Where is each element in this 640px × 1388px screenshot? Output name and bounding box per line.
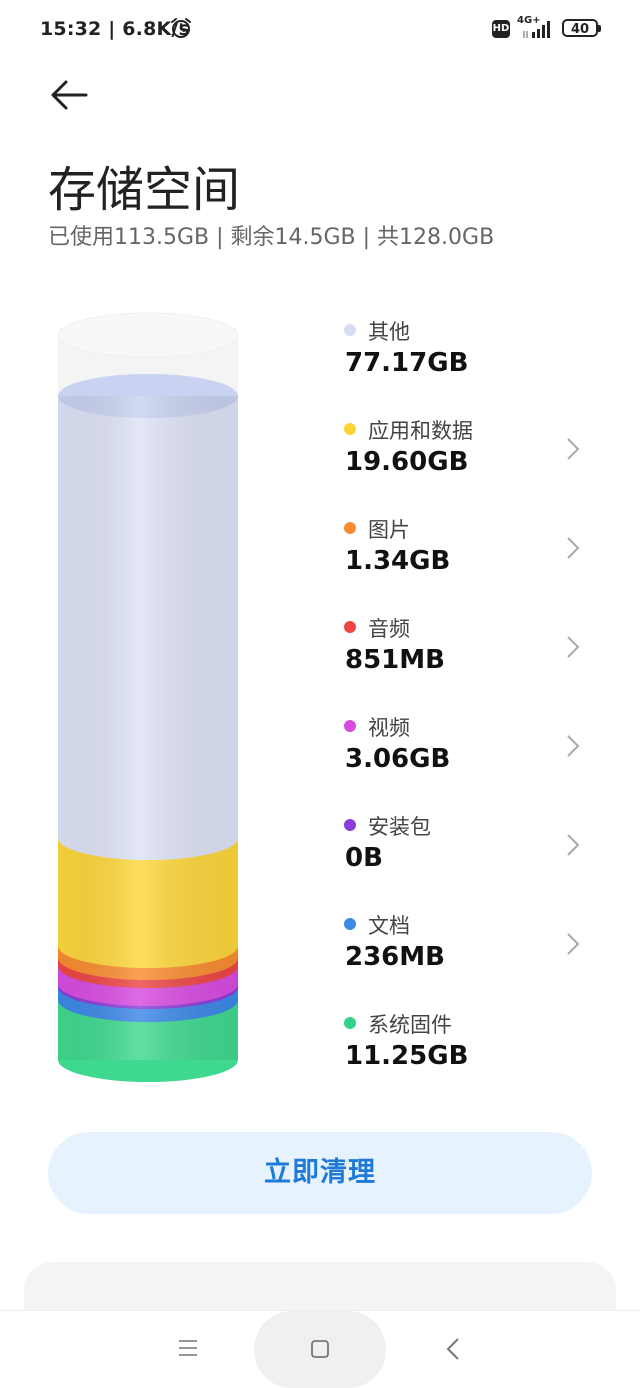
item-size: 77.17GB (345, 348, 469, 378)
band-other-top (58, 374, 238, 418)
item-size: 1.34GB (345, 546, 451, 576)
color-dot (344, 621, 356, 633)
item-size: 3.06GB (345, 744, 451, 774)
battery-icon: 40 (562, 19, 601, 37)
status-bar: 15:32 | 6.8K/s HD 4G+ 40 (0, 0, 640, 60)
item-size: 19.60GB (345, 447, 469, 477)
legend-item-other: 其他 77.17GB (344, 314, 594, 394)
page-title: 存储空间 (48, 162, 241, 218)
item-size: 0B (345, 843, 383, 873)
item-name: 音频 (368, 617, 410, 641)
chevron-right-icon (567, 834, 580, 856)
storage-cylinder (58, 312, 238, 1082)
cylinder-top-cap (58, 312, 238, 358)
clean-now-button[interactable]: 立即清理 (48, 1132, 592, 1214)
color-dot (344, 819, 356, 831)
back-icon[interactable] (446, 1337, 460, 1361)
home-icon[interactable] (310, 1339, 330, 1359)
item-name: 文档 (368, 914, 410, 938)
back-arrow-icon[interactable] (48, 76, 90, 116)
item-name: 其他 (368, 320, 410, 344)
chevron-right-icon (567, 438, 580, 460)
legend-item-system: 系统固件 11.25GB (344, 1007, 594, 1087)
color-dot (344, 720, 356, 732)
item-name: 应用和数据 (368, 419, 473, 443)
color-dot (344, 522, 356, 534)
chevron-right-icon (567, 636, 580, 658)
legend-item-images[interactable]: 图片 1.34GB (344, 512, 594, 592)
chevron-right-icon (567, 735, 580, 757)
item-size: 851MB (345, 645, 445, 675)
status-time: 15:32 | 6.8K/s (40, 18, 191, 40)
item-size: 11.25GB (345, 1041, 469, 1071)
color-dot (344, 1017, 356, 1029)
hd-icon: HD (492, 20, 510, 38)
item-name: 图片 (368, 518, 410, 542)
legend-item-apk[interactable]: 安装包 0B (344, 809, 594, 889)
legend-item-apps[interactable]: 应用和数据 19.60GB (344, 413, 594, 493)
band-other (58, 396, 238, 860)
legend-item-audio[interactable]: 音频 851MB (344, 611, 594, 691)
item-size: 236MB (345, 942, 445, 972)
system-nav-bar (0, 1310, 640, 1388)
signal-icon (523, 21, 550, 38)
chevron-right-icon (567, 933, 580, 955)
color-dot (344, 423, 356, 435)
color-dot (344, 324, 356, 336)
item-name: 系统固件 (368, 1013, 452, 1037)
chevron-right-icon (567, 537, 580, 559)
alarm-icon (171, 18, 191, 38)
item-name: 安装包 (368, 815, 431, 839)
item-name: 视频 (368, 716, 410, 740)
legend-item-docs[interactable]: 文档 236MB (344, 908, 594, 988)
color-dot (344, 918, 356, 930)
storage-summary: 已使用113.5GB | 剩余14.5GB | 共128.0GB (48, 225, 495, 250)
menu-icon[interactable] (178, 1339, 198, 1357)
legend-item-video[interactable]: 视频 3.06GB (344, 710, 594, 790)
